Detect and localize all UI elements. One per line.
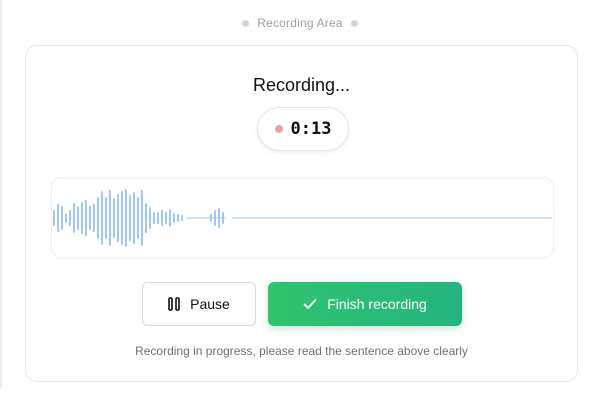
status-hint: Recording in progress, please read the s… (135, 344, 468, 358)
pause-icon (168, 297, 180, 311)
timer-value: 0:13 (290, 119, 332, 139)
header-dot-left (242, 19, 250, 27)
pause-button[interactable]: Pause (142, 282, 256, 326)
finish-label: Finish recording (327, 296, 427, 312)
check-icon (303, 298, 317, 310)
recording-title: Recording... (252, 75, 351, 95)
record-dot-icon (274, 125, 283, 133)
section-label: Recording Area (257, 16, 343, 30)
recording-card: Recording... 0:13 Pause Finish recording… (25, 45, 578, 382)
pause-label: Pause (190, 296, 230, 312)
timer-badge: 0:13 (257, 107, 349, 151)
header-dot-right (350, 19, 358, 27)
finish-recording-button[interactable]: Finish recording (268, 282, 462, 326)
section-header: Recording Area (0, 16, 600, 30)
waveform (53, 189, 552, 247)
left-divider (0, 0, 2, 388)
waveform-panel (51, 177, 554, 258)
